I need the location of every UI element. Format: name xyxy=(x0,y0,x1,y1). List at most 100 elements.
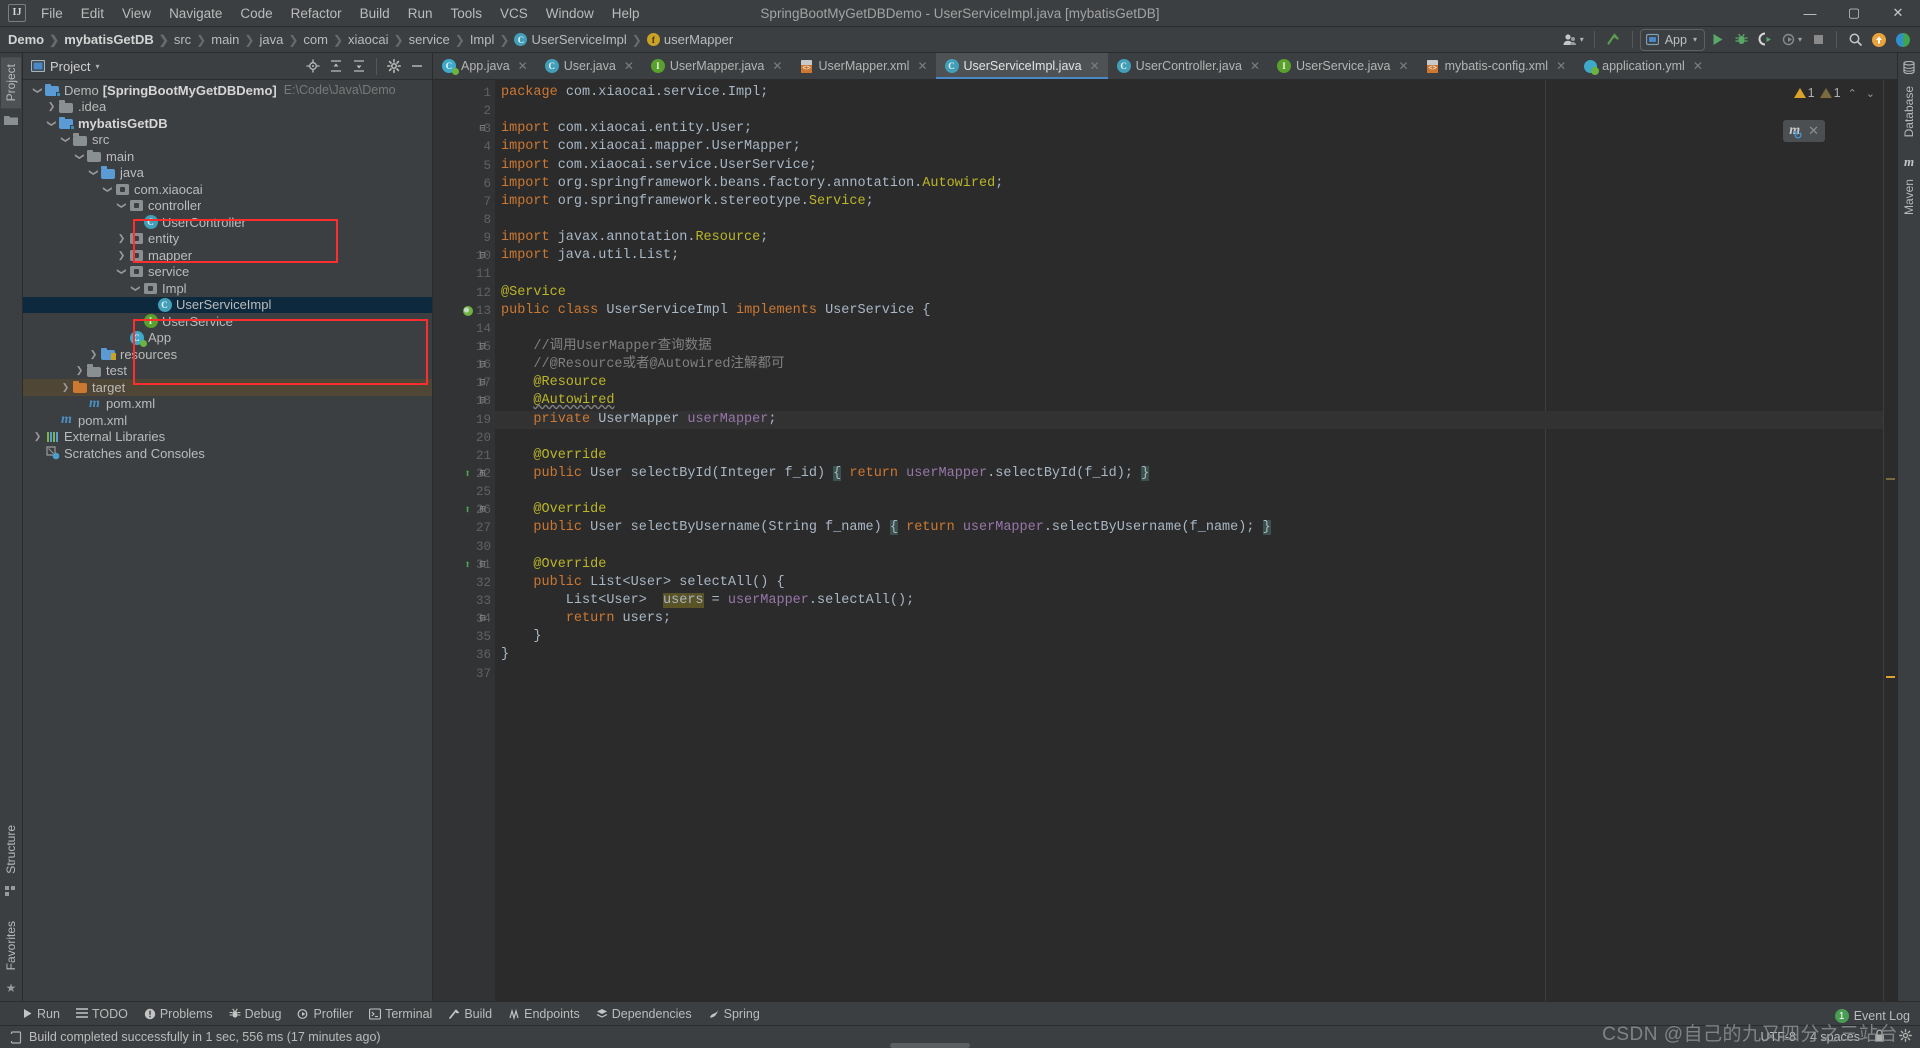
minimize-button[interactable]: — xyxy=(1788,0,1832,26)
code-line[interactable]: import java.util.List; xyxy=(495,247,1883,265)
gutter-line[interactable]: 14 xyxy=(433,320,495,338)
stripe-tab-project[interactable]: Project xyxy=(1,57,21,109)
tree-node-demo[interactable]: ❯ Demo [SpringBootMyGetDBDemo] E:\Code\Java… xyxy=(23,82,432,99)
gutter-line[interactable]: 13 xyxy=(433,302,495,320)
close-icon[interactable]: ✕ xyxy=(772,59,782,73)
code-line[interactable]: //调用UserMapper查询数据 xyxy=(495,338,1883,356)
gutter-line[interactable]: 27 xyxy=(433,519,495,537)
tree-twisty-expanded[interactable]: ❯ xyxy=(101,183,114,196)
gutter-line[interactable]: ⊟ 18 xyxy=(433,392,495,410)
editor-tab-user-java[interactable]: C User.java ✕ xyxy=(536,53,642,79)
gutter-line[interactable]: ⊟ 34 xyxy=(433,610,495,628)
gutter-line[interactable]: 32 xyxy=(433,574,495,592)
editor-tab-userserviceimpl-java[interactable]: C UserServiceImpl.java ✕ xyxy=(935,53,1108,79)
tree-node-entity[interactable]: ❯ entity xyxy=(23,231,432,248)
close-icon[interactable]: ✕ xyxy=(1090,59,1100,73)
editor-tab-application-yml[interactable]: application.yml ✕ xyxy=(1574,53,1711,79)
horizontal-scrollbar[interactable] xyxy=(890,1043,970,1048)
bottom-tool-run[interactable]: Run xyxy=(14,1005,67,1023)
run-button[interactable] xyxy=(1707,29,1729,51)
gutter-line[interactable]: 35 xyxy=(433,628,495,646)
tree-node-pom-xml[interactable]: m pom.xml xyxy=(23,412,432,429)
bottom-tool-terminal[interactable]: Terminal xyxy=(362,1005,439,1023)
indent-indicator[interactable]: 4 spaces xyxy=(1810,1030,1860,1044)
tree-node-pom-xml[interactable]: m pom.xml xyxy=(23,396,432,413)
menu-window[interactable]: Window xyxy=(537,2,603,25)
breadcrumb-com[interactable]: com ❯ xyxy=(303,32,348,47)
editor-tab-bar[interactable]: CApp.java✕CUser.java✕IUserMapper.java✕Us… xyxy=(433,53,1897,80)
update-available-icon[interactable] xyxy=(1868,29,1890,51)
menu-view[interactable]: View xyxy=(113,2,160,25)
code-line[interactable]: import com.xiaocai.service.UserService; xyxy=(495,157,1883,175)
code-line[interactable]: import org.springframework.beans.factory… xyxy=(495,175,1883,193)
close-icon[interactable]: ✕ xyxy=(1808,123,1819,139)
status-message[interactable]: Build completed successfully in 1 sec, 5… xyxy=(10,1030,381,1044)
code-line[interactable]: @Override xyxy=(495,501,1883,519)
fold-expand-icon[interactable]: ⊞ xyxy=(477,469,488,480)
bottom-tool-problems[interactable]: Problems xyxy=(137,1005,220,1023)
code-line[interactable]: public User selectByUsername(String f_na… xyxy=(495,519,1883,537)
gutter-line[interactable]: 30 xyxy=(433,538,495,556)
tree-node-java[interactable]: ❯ java xyxy=(23,165,432,182)
code-line[interactable]: return users; xyxy=(495,610,1883,628)
menu-refactor[interactable]: Refactor xyxy=(282,2,351,25)
tree-twisty-collapsed[interactable]: ❯ xyxy=(115,232,128,245)
bottom-tool-profiler[interactable]: Profiler xyxy=(290,1005,360,1023)
breadcrumb-userserviceimpl[interactable]: C UserServiceImpl ❯ xyxy=(514,32,646,47)
editor-tab-mybatis-config-xml[interactable]: mybatis-config.xml ✕ xyxy=(1417,53,1575,79)
tree-node-test[interactable]: ❯ test xyxy=(23,363,432,380)
close-icon[interactable]: ✕ xyxy=(1250,59,1260,73)
tree-node-controller[interactable]: ❯ controller xyxy=(23,198,432,215)
gutter-line[interactable]: ⊟ 10 xyxy=(433,247,495,265)
settings-icon[interactable] xyxy=(383,55,405,77)
gutter-line[interactable]: ⬆ ⊞ 22 xyxy=(433,465,495,483)
fold-expand-icon[interactable]: ⊞ xyxy=(477,505,488,516)
close-icon[interactable]: ✕ xyxy=(1693,59,1703,73)
menu-edit[interactable]: Edit xyxy=(72,2,113,25)
expand-all-icon[interactable] xyxy=(325,55,347,77)
code-line[interactable] xyxy=(495,538,1883,556)
editor-gutter[interactable]: 1 2 ⊟ 3 4 5 6 7 8 9 ⊟ 10 11 12 13 14 ⊟ 15 ⊟ 16 ⊟ 17 ⊟ 18 19 20 21 ⬆… xyxy=(433,80,495,1001)
tree-twisty-expanded[interactable]: ❯ xyxy=(73,150,86,163)
tree-twisty-collapsed[interactable]: ❯ xyxy=(73,364,86,377)
gutter-line[interactable]: 8 xyxy=(433,211,495,229)
gutter-line[interactable]: 37 xyxy=(433,665,495,683)
code-line[interactable] xyxy=(495,265,1883,283)
gutter-line[interactable]: 12 xyxy=(433,284,495,302)
menu-build[interactable]: Build xyxy=(351,2,399,25)
menu-code[interactable]: Code xyxy=(231,2,281,25)
code-line[interactable]: @Resource xyxy=(495,374,1883,392)
implementing-method-icon[interactable]: ⬆ xyxy=(461,504,474,517)
gutter-line[interactable]: 36 xyxy=(433,646,495,664)
tree-twisty-collapsed[interactable]: ❯ xyxy=(59,381,72,394)
bottom-tool-debug[interactable]: Debug xyxy=(222,1005,289,1023)
tree-twisty-expanded[interactable]: ❯ xyxy=(115,199,128,212)
gutter-line[interactable]: 5 xyxy=(433,157,495,175)
code-line[interactable]: public User selectById(Integer f_id) { r… xyxy=(495,465,1883,483)
close-icon[interactable]: ✕ xyxy=(624,59,634,73)
gutter-line[interactable]: 20 xyxy=(433,429,495,447)
breadcrumb-main[interactable]: main ❯ xyxy=(211,32,259,47)
tree-node-impl[interactable]: ❯ Impl xyxy=(23,280,432,297)
gutter-line[interactable]: ⊟ 3 xyxy=(433,120,495,138)
menu-navigate[interactable]: Navigate xyxy=(160,2,231,25)
close-icon[interactable]: ✕ xyxy=(917,59,927,73)
fold-region-icon[interactable]: ⊟ xyxy=(477,251,488,262)
encoding-indicator[interactable]: UTF-8 xyxy=(1761,1030,1796,1044)
tree-node-main[interactable]: ❯ main xyxy=(23,148,432,165)
breadcrumb-impl[interactable]: Impl ❯ xyxy=(470,32,515,47)
code-line[interactable]: private UserMapper userMapper; xyxy=(495,410,1883,429)
maximize-button[interactable]: ▢ xyxy=(1832,0,1876,26)
implementing-method-icon[interactable]: ⬆ xyxy=(461,558,474,572)
bottom-tool-todo[interactable]: TODO xyxy=(69,1005,135,1023)
code-line[interactable]: @Autowired xyxy=(495,392,1883,410)
account-icon[interactable]: ▾ xyxy=(1559,29,1587,51)
code-line[interactable] xyxy=(495,320,1883,338)
code-line[interactable]: public class UserServiceImpl implements … xyxy=(495,302,1883,320)
fold-region-icon[interactable]: ⊟ xyxy=(477,614,488,625)
code-line[interactable]: @Override xyxy=(495,447,1883,465)
editor-tab-usermapper-java[interactable]: I UserMapper.java ✕ xyxy=(642,53,791,79)
stripe-tab-favorites[interactable]: Favorites xyxy=(1,914,21,977)
tree-node-service[interactable]: ❯ service xyxy=(23,264,432,281)
prev-problem-icon[interactable]: ⌃ xyxy=(1846,87,1859,100)
